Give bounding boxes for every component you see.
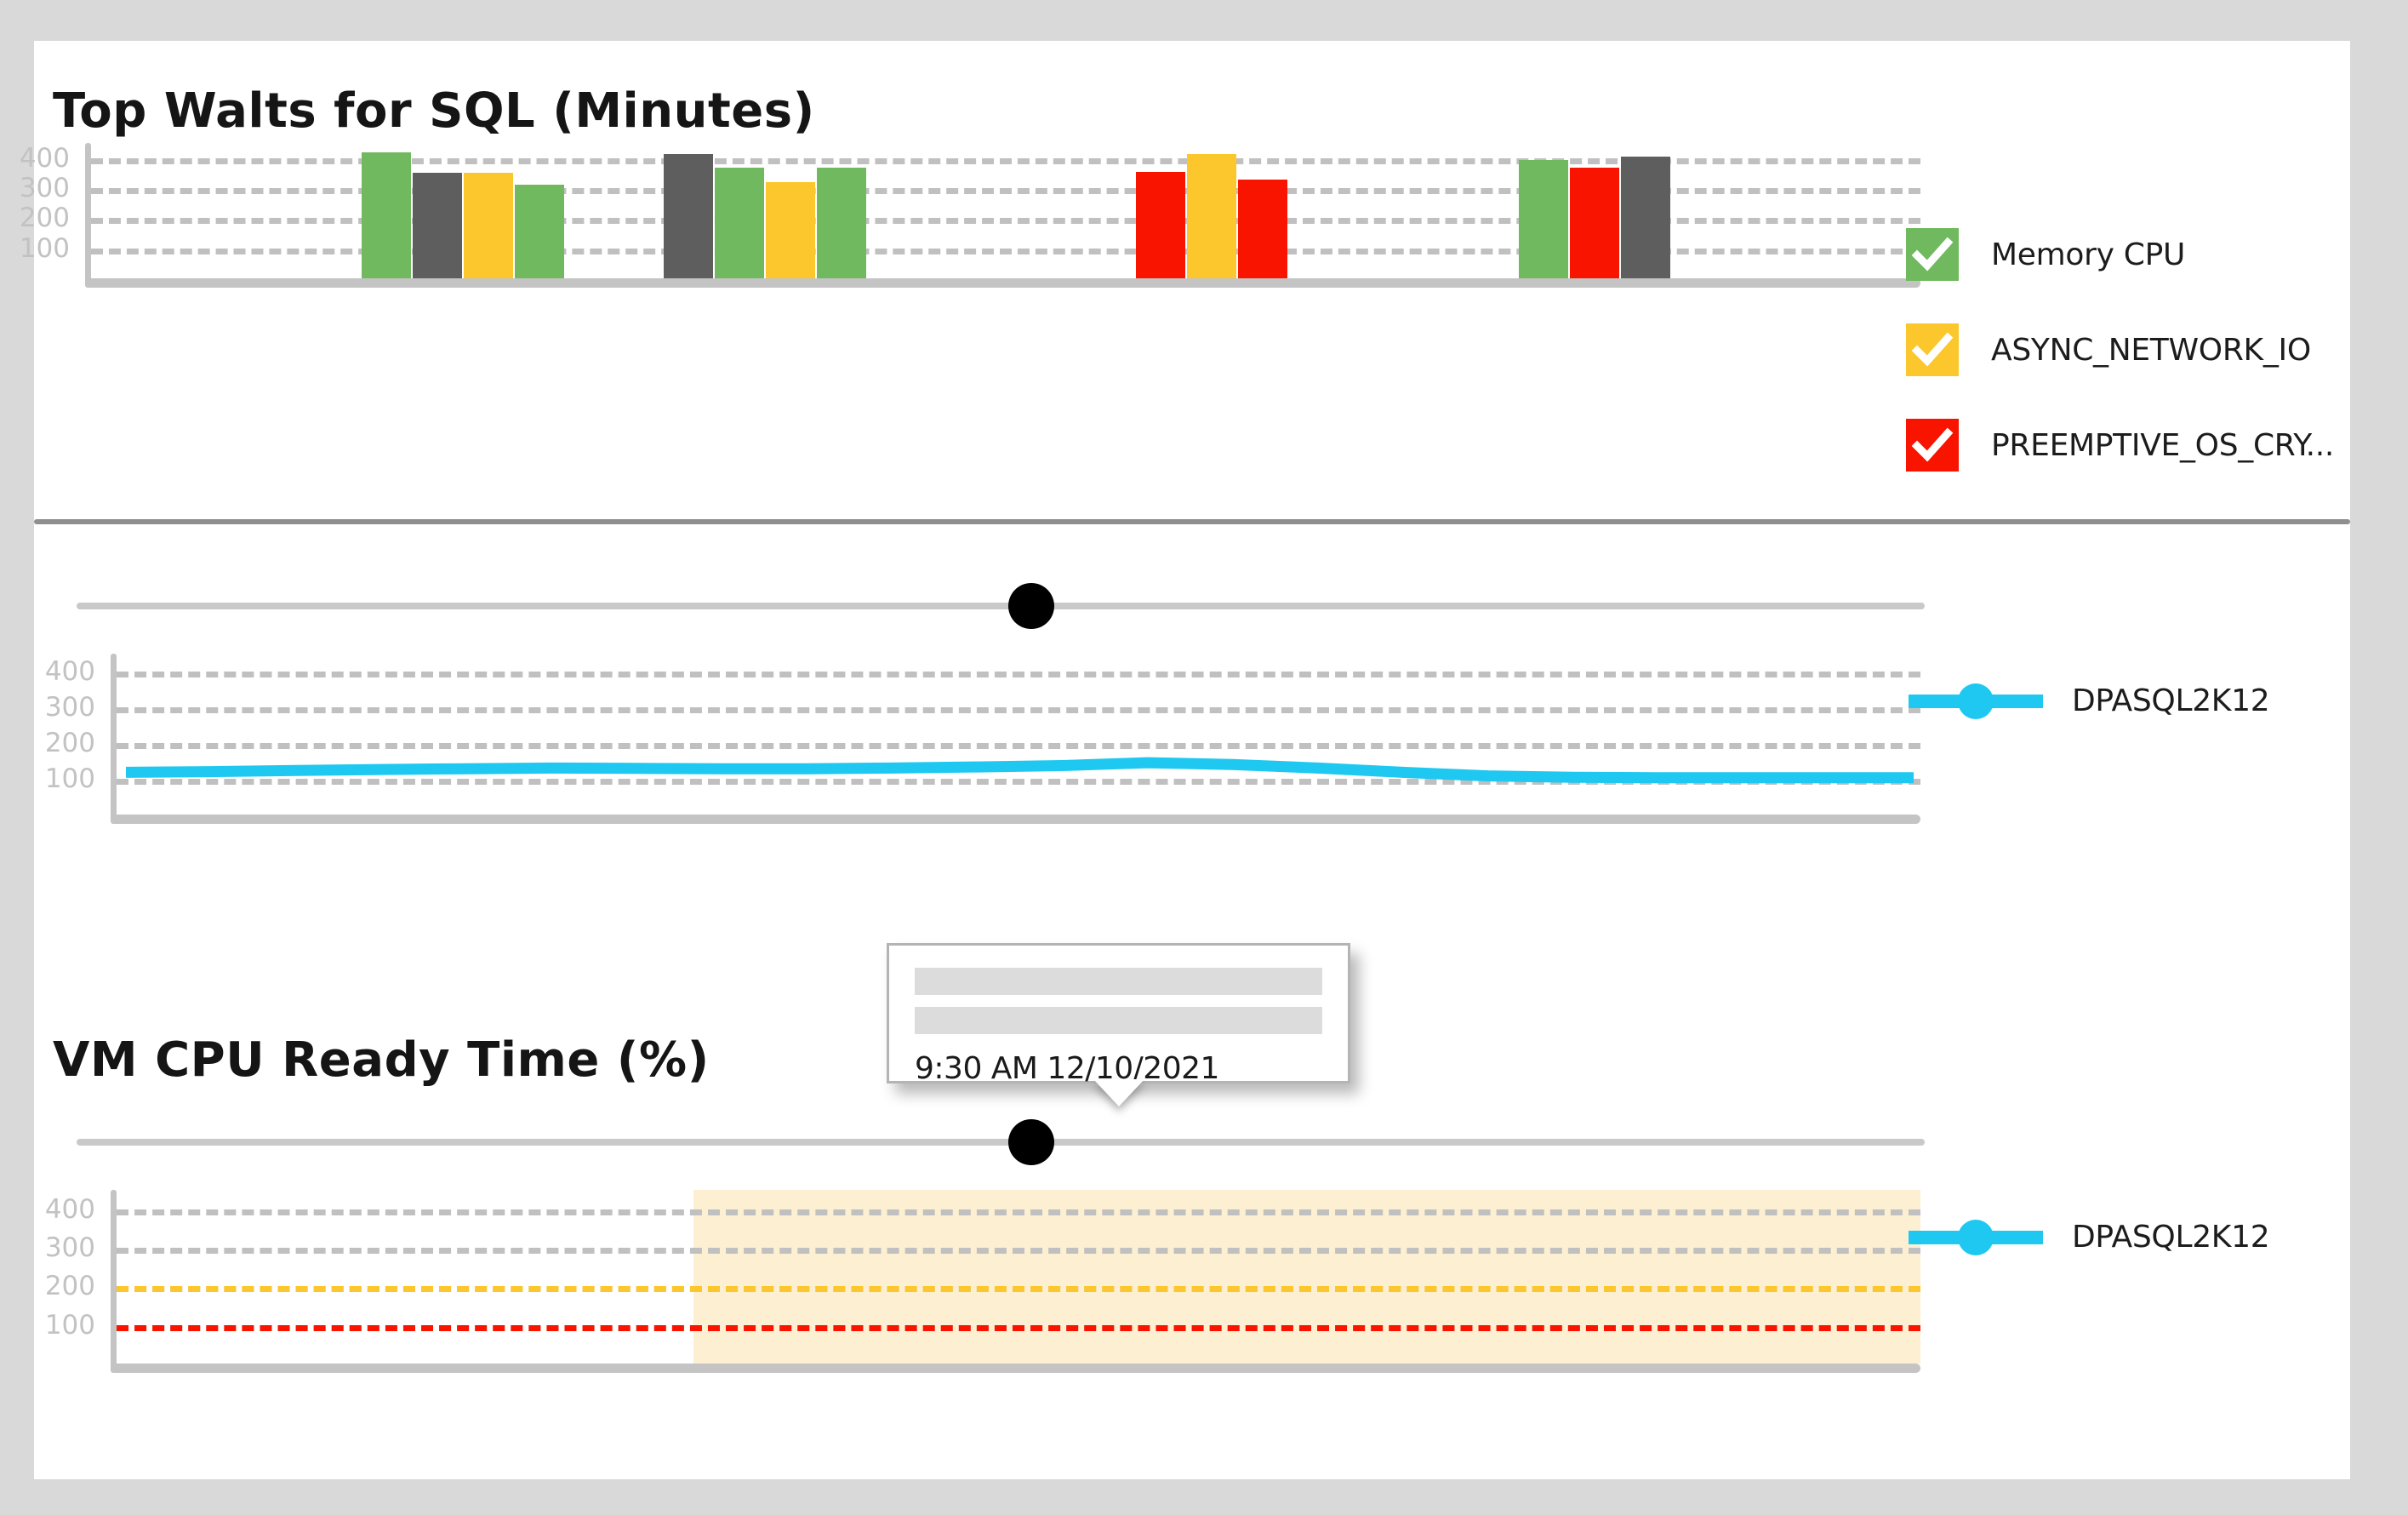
y-tick-label: 100: [19, 232, 70, 264]
middle-scrubber-handle[interactable]: [1008, 583, 1054, 629]
bar[interactable]: [1621, 156, 1670, 278]
middle-scrubber-track[interactable]: [77, 603, 1925, 609]
legend-item-label: ASYNC_NETWORK_IO: [1991, 332, 2311, 368]
vm-cpu-panel-title: VM CPU Ready Time (%): [53, 1032, 710, 1088]
tooltip-skeleton-row: [915, 968, 1322, 995]
y-tick-label: 400: [19, 142, 70, 174]
legend-series-label: DPASQL2K12: [2072, 1220, 2270, 1255]
legend-item-label: PREEMPTIVE_OS_CRY...: [1991, 427, 2335, 463]
y-tick-label: 100: [44, 1309, 95, 1341]
y-tick-label: 400: [44, 656, 95, 687]
bottom-scrubber-track[interactable]: [77, 1139, 1925, 1146]
bar[interactable]: [817, 167, 866, 278]
y-tick-label: 100: [44, 763, 95, 794]
y-tick-label: 300: [44, 1232, 95, 1263]
bottom-scrubber-handle[interactable]: [1008, 1119, 1054, 1165]
bar[interactable]: [362, 152, 411, 278]
legend-item-2[interactable]: PREEMPTIVE_OS_CRY...: [1906, 397, 2334, 493]
bar[interactable]: [715, 167, 764, 278]
legend-series-label: DPASQL2K12: [2072, 683, 2270, 718]
bar[interactable]: [664, 154, 713, 278]
tooltip-skeleton-row: [915, 1007, 1322, 1034]
line-series-icon: [1909, 1219, 2043, 1255]
bar[interactable]: [464, 172, 513, 278]
checkbox-checked-icon[interactable]: [1906, 419, 1959, 472]
dashboard-card: Top Walts for SQL (Minutes) 100 200 300 400…: [20, 41, 2350, 1479]
dashboard-root: Top Walts for SQL (Minutes) 100 200 300 400…: [0, 0, 2408, 1515]
bottom-chart-legend[interactable]: DPASQL2K12: [1909, 1219, 2270, 1255]
middle-chart-legend[interactable]: DPASQL2K12: [1909, 683, 2270, 719]
y-tick-label: 200: [44, 728, 95, 758]
page-title: Top Walts for SQL (Minutes): [53, 83, 815, 139]
bar[interactable]: [1238, 180, 1287, 278]
bar[interactable]: [1519, 159, 1568, 278]
panel-divider: [34, 519, 2350, 524]
checkbox-checked-icon[interactable]: [1906, 323, 1959, 376]
vm-cpu-ready-time-chart[interactable]: 100 200 300 400: [45, 1190, 1920, 1373]
bar-chart-y-axis: [85, 143, 91, 288]
checkbox-checked-icon[interactable]: [1906, 228, 1959, 281]
y-tick-label: 200: [19, 203, 70, 234]
tooltip-arrow: [1093, 1079, 1144, 1106]
bar[interactable]: [413, 173, 462, 278]
y-tick-label: 300: [19, 173, 70, 203]
top-waits-bar-chart[interactable]: 100 200 300 400: [20, 143, 1920, 288]
y-tick-label: 400: [44, 1193, 95, 1225]
waits-legend[interactable]: Memory CPU ASYNC_NETWORK_IO PREEMPTIVE_O…: [1906, 207, 2334, 493]
threshold-line-warning: [117, 1286, 1920, 1293]
gridline-400: [117, 1209, 1920, 1215]
y-tick-label: 300: [44, 692, 95, 723]
bottom-chart-y-axis: [111, 1190, 117, 1373]
legend-item-label: Memory CPU: [1991, 237, 2186, 272]
middle-chart-series-line: [125, 757, 1914, 784]
bar[interactable]: [515, 185, 564, 278]
bar[interactable]: [1187, 153, 1236, 278]
bar-chart-x-axis: [85, 278, 1920, 288]
middle-line-chart[interactable]: 100 200 300 400: [45, 654, 1920, 824]
bottom-chart-x-axis: [111, 1364, 1920, 1373]
legend-item-0[interactable]: Memory CPU: [1906, 207, 2334, 302]
legend-item-1[interactable]: ASYNC_NETWORK_IO: [1906, 302, 2334, 397]
warning-shaded-region: [693, 1190, 1920, 1364]
bar[interactable]: [1570, 167, 1619, 278]
y-tick-label: 200: [44, 1271, 95, 1302]
bar[interactable]: [1136, 172, 1185, 278]
line-series-icon: [1909, 683, 2043, 719]
timestamp-tooltip: 9:30 AM 12/10/2021: [887, 943, 1350, 1106]
series-line-DPASQL2K12: [125, 757, 1914, 784]
bar[interactable]: [766, 181, 815, 278]
gridline-300: [117, 1248, 1920, 1254]
threshold-line-critical: [117, 1324, 1920, 1331]
